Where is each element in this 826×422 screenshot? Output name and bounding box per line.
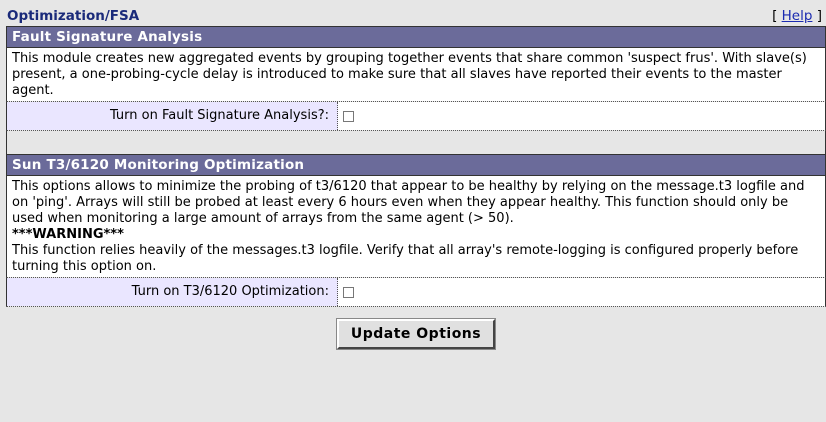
fsa-checkbox[interactable] xyxy=(343,110,354,122)
help-bracket-open: [ xyxy=(772,8,778,24)
t3-description: This options allows to minimize the prob… xyxy=(12,179,805,226)
t3-checkbox[interactable] xyxy=(343,286,354,298)
help-link-group: [ Help ] xyxy=(772,6,822,26)
t3-description-block: This options allows to minimize the prob… xyxy=(6,175,826,277)
t3-warning-text: This function relies heavily of the mess… xyxy=(12,243,799,274)
t3-option-row: Turn on T3/6120 Optimization: xyxy=(6,277,826,306)
actions-bar: Update Options xyxy=(6,307,826,350)
t3-warning-title: ***WARNING*** xyxy=(12,227,124,242)
fsa-option-label: Turn on Fault Signature Analysis?: xyxy=(7,102,338,130)
fsa-option-row: Turn on Fault Signature Analysis?: xyxy=(6,101,826,130)
t3-option-label: Turn on T3/6120 Optimization: xyxy=(7,278,338,306)
t3-option-value xyxy=(338,278,825,306)
fsa-description: This module creates new aggregated event… xyxy=(6,47,826,101)
help-link[interactable]: Help xyxy=(782,8,813,24)
page-title: Optimization/FSA xyxy=(7,8,140,24)
fsa-option-value xyxy=(338,102,825,130)
page: Optimization/FSA [ Help ] Fault Signatur… xyxy=(6,6,826,350)
page-header: Optimization/FSA [ Help ] xyxy=(6,6,826,26)
update-options-button[interactable]: Update Options xyxy=(335,318,497,350)
t3-section-heading: Sun T3/6120 Monitoring Optimization xyxy=(6,154,826,175)
fsa-section-heading: Fault Signature Analysis xyxy=(6,26,826,47)
help-bracket-close: ] xyxy=(816,8,822,24)
section-spacer xyxy=(6,130,826,154)
